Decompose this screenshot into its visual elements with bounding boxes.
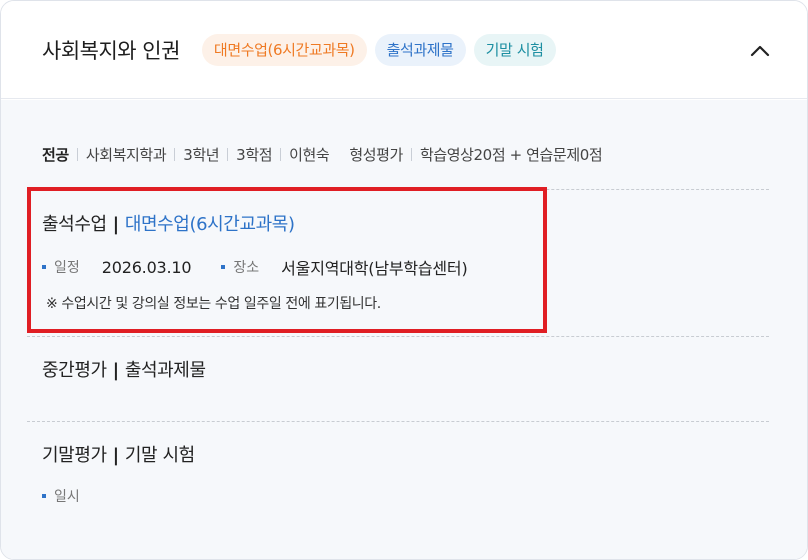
section-divider [27, 189, 769, 190]
title-separator: | [112, 214, 120, 235]
attendance-section-title: 출석수업 | 대면수업(6시간교과목) [42, 210, 295, 236]
meta-separator [227, 148, 229, 161]
meta-separator [76, 148, 78, 161]
course-meta: 전공 사회복지학과 3학년 3학점 이현숙 형성평가 학습영상20점 + 연습문… [42, 144, 603, 165]
meta-evaluation-detail: 학습영상20점 + 연습문제0점 [419, 146, 603, 164]
attendance-place-value: 서울지역대학(남부학습센터) [281, 259, 468, 278]
collapse-button[interactable] [747, 38, 773, 64]
chevron-up-icon [750, 45, 770, 57]
bullet-icon [42, 265, 46, 269]
chip-final-type: 기말 시험 [473, 33, 556, 66]
bullet-icon [42, 494, 46, 498]
final-title: 기말평가 [42, 445, 107, 466]
chip-lecture-type: 대면수업(6시간교과목) [201, 33, 367, 66]
title-separator: | [112, 360, 120, 381]
attendance-type: 대면수업(6시간교과목) [124, 214, 295, 235]
section-divider [27, 421, 769, 422]
course-card-header[interactable]: 사회복지와 인권 대면수업(6시간교과목) 출석과제물 기말 시험 [1, 1, 807, 99]
meta-department: 사회복지학과 [85, 146, 167, 164]
section-divider [27, 336, 769, 337]
title-separator: | [112, 445, 120, 466]
attendance-title: 출석수업 [42, 214, 107, 235]
course-card-body: 전공 사회복지학과 3학년 3학점 이현숙 형성평가 학습영상20점 + 연습문… [1, 100, 807, 559]
attendance-note: ※ 수업시간 및 강의실 정보는 수업 일주일 전에 표기됩니다. [46, 296, 381, 312]
meta-credits: 3학점 [236, 146, 273, 164]
meta-separator [280, 148, 282, 161]
attendance-date-label: 일정 [54, 260, 80, 276]
attendance-info-row: 일정 2026.03.10 장소 서울지역대학(남부학습센터) [42, 255, 468, 279]
final-info-row: 일시 [42, 486, 80, 506]
midterm-type: 출석과제물 [124, 360, 206, 381]
meta-category: 전공 [42, 146, 69, 164]
meta-separator [410, 148, 412, 161]
course-title: 사회복지와 인권 [42, 38, 180, 63]
course-card: 사회복지와 인권 대면수업(6시간교과목) 출석과제물 기말 시험 전공 사회복… [0, 0, 808, 560]
meta-grade: 3학년 [183, 146, 220, 164]
bullet-icon [221, 265, 226, 269]
meta-professor: 이현숙 [289, 146, 330, 164]
attendance-place-label: 장소 [233, 260, 260, 276]
attendance-date-value: 2026.03.10 [101, 257, 192, 277]
midterm-title: 중간평가 [42, 360, 107, 381]
midterm-section-title: 중간평가 | 출석과제물 [42, 356, 206, 382]
final-section-title: 기말평가 | 기말 시험 [42, 441, 195, 467]
final-date-label: 일시 [54, 489, 80, 505]
meta-evaluation-label: 형성평가 [349, 146, 403, 164]
chip-midterm-type: 출석과제물 [374, 33, 466, 66]
final-type: 기말 시험 [124, 445, 195, 466]
meta-separator [174, 148, 176, 161]
